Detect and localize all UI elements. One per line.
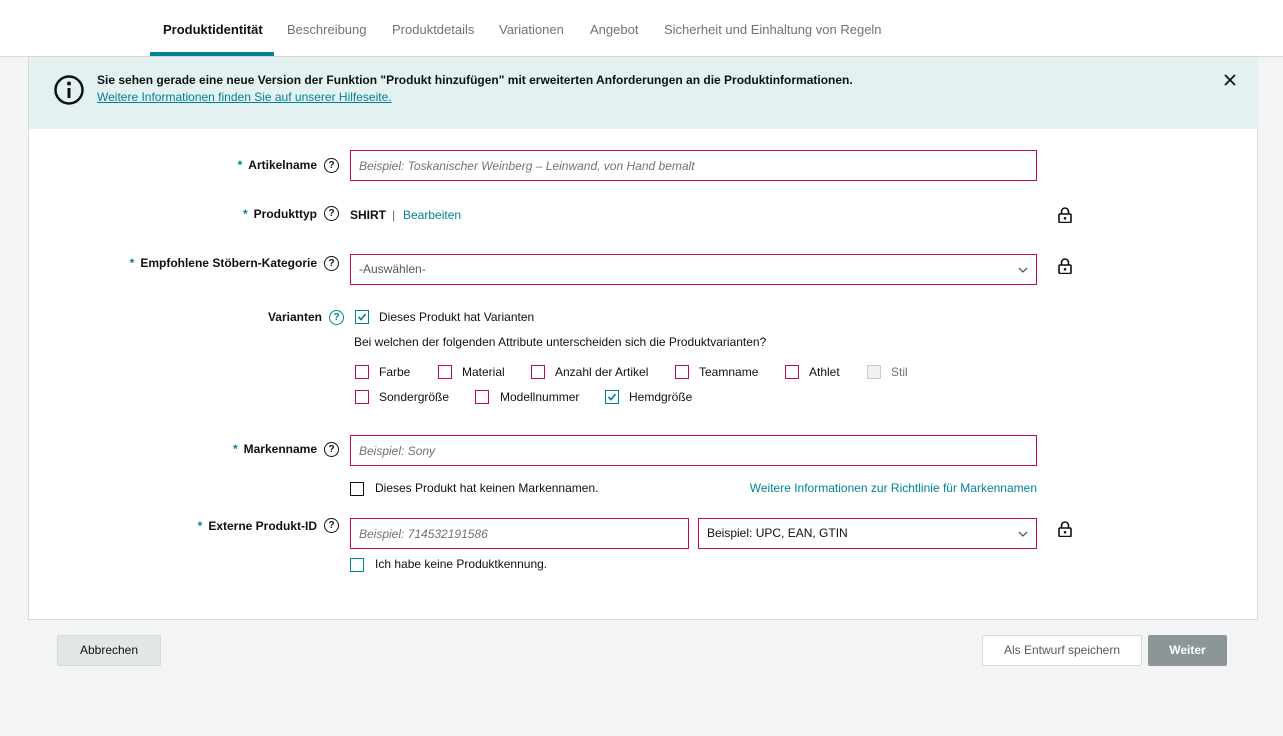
tab-safety-compliance[interactable]: Sicherheit und Einhaltung von Regeln	[664, 22, 882, 37]
tab-product-identity[interactable]: Produktidentität	[163, 22, 263, 37]
checkmark-icon	[357, 313, 367, 321]
no-product-id-checkbox[interactable]	[350, 558, 364, 572]
variant-option-label: Farbe	[379, 365, 411, 379]
external-id-input[interactable]	[350, 518, 689, 549]
variant-material-checkbox[interactable]	[438, 365, 452, 379]
no-brand-checkbox[interactable]	[350, 482, 364, 496]
variant-option-label: Anzahl der Artikel	[555, 365, 649, 379]
item-name-input[interactable]	[350, 150, 1037, 181]
external-id-label: * Externe Produkt-ID	[197, 519, 317, 533]
product-type-label: * Produkttyp	[242, 207, 317, 221]
variants-question: Bei welchen der folgenden Attribute unte…	[354, 335, 767, 349]
banner-help-link[interactable]: Weitere Informationen finden Sie auf uns…	[97, 90, 392, 104]
variant-shirt-size-checkbox[interactable]	[605, 390, 619, 404]
checkmark-icon	[607, 393, 617, 401]
no-product-id-label: Ich habe keine Produktkennung.	[375, 557, 548, 571]
help-icon[interactable]: ?	[324, 256, 339, 271]
required-mark: *	[237, 158, 243, 172]
info-icon	[54, 75, 84, 105]
form-card: Sie sehen gerade eine neue Version der F…	[28, 57, 1258, 620]
lock-icon	[1058, 258, 1072, 274]
variant-option-label: Stil	[891, 365, 908, 379]
browse-category-select[interactable]: -Auswählen-	[350, 254, 1037, 285]
tab-description[interactable]: Beschreibung	[287, 22, 367, 37]
help-icon[interactable]: ?	[324, 158, 339, 173]
brand-name-input[interactable]	[350, 435, 1037, 466]
save-draft-button[interactable]: Als Entwurf speichern	[982, 635, 1142, 666]
variant-color-checkbox[interactable]	[355, 365, 369, 379]
required-mark: *	[129, 256, 135, 270]
browse-category-selected: -Auswählen-	[359, 262, 426, 276]
close-icon[interactable]	[1222, 72, 1238, 88]
variant-style-checkbox	[867, 365, 881, 379]
edit-product-type-link[interactable]: Bearbeiten	[403, 208, 461, 222]
no-brand-label: Dieses Produkt hat keinen Markennamen.	[375, 481, 599, 495]
variant-model-number-checkbox[interactable]	[475, 390, 489, 404]
external-id-type-select[interactable]: Beispiel: UPC, EAN, GTIN	[698, 518, 1037, 549]
variant-special-size-checkbox[interactable]	[355, 390, 369, 404]
active-tab-indicator	[150, 52, 274, 56]
banner-title: Sie sehen gerade eine neue Version der F…	[97, 73, 853, 87]
variant-item-count-checkbox[interactable]	[531, 365, 545, 379]
required-mark: *	[197, 519, 203, 533]
variant-option-label: Teamname	[699, 365, 759, 379]
tab-variations[interactable]: Variationen	[499, 22, 564, 37]
separator: |	[392, 208, 396, 222]
lock-icon	[1058, 207, 1072, 223]
tab-offer[interactable]: Angebot	[590, 22, 638, 37]
variant-option-label: Hemdgröße	[629, 390, 693, 404]
variant-athlete-checkbox[interactable]	[785, 365, 799, 379]
next-button[interactable]: Weiter	[1148, 635, 1227, 666]
chevron-down-icon	[1018, 267, 1028, 273]
variant-option-label: Modellnummer	[500, 390, 580, 404]
variant-option-label: Material	[462, 365, 505, 379]
variant-option-label: Athlet	[809, 365, 840, 379]
cancel-button[interactable]: Abbrechen	[57, 635, 161, 666]
required-mark: *	[242, 207, 248, 221]
variants-label: Varianten	[267, 310, 322, 324]
chevron-down-icon	[1018, 531, 1028, 537]
help-icon[interactable]: ?	[324, 442, 339, 457]
help-icon[interactable]: ?	[324, 518, 339, 533]
help-icon[interactable]: ?	[324, 206, 339, 221]
external-id-type-selected: Beispiel: UPC, EAN, GTIN	[707, 526, 848, 540]
brand-policy-link[interactable]: Weitere Informationen zur Richtlinie für…	[750, 481, 1037, 495]
lock-icon	[1058, 521, 1072, 537]
variant-option-label: Sondergröße	[379, 390, 450, 404]
has-variants-label: Dieses Produkt hat Varianten	[379, 310, 535, 324]
tab-product-details[interactable]: Produktdetails	[392, 22, 474, 37]
help-icon[interactable]: ?	[329, 310, 344, 325]
variant-team-name-checkbox[interactable]	[675, 365, 689, 379]
brand-name-label: * Markenname	[232, 442, 317, 456]
item-name-label: * Artikelname	[237, 158, 317, 172]
info-banner: Sie sehen gerade eine neue Version der F…	[29, 57, 1258, 129]
has-variants-checkbox[interactable]	[355, 310, 369, 324]
top-tab-bar: Produktidentität Beschreibung Produktdet…	[0, 0, 1283, 57]
browse-category-label: * Empfohlene Stöbern-Kategorie	[129, 256, 317, 270]
required-mark: *	[232, 442, 238, 456]
product-type-value: SHIRT	[350, 208, 386, 222]
